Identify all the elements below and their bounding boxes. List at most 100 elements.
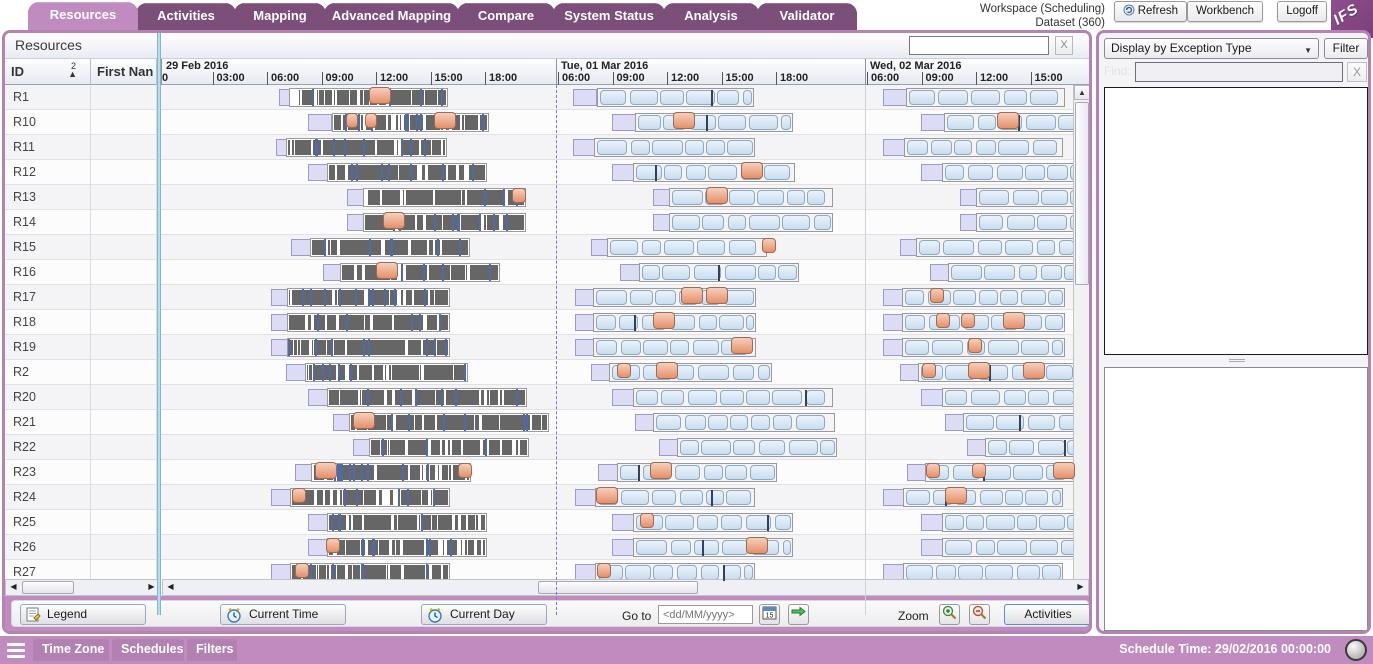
task-block[interactable] xyxy=(725,265,756,280)
planned-work-bar[interactable] xyxy=(942,513,1089,532)
task-block[interactable] xyxy=(953,290,976,305)
display-by-select[interactable]: Display by Exception Type ▼ xyxy=(1104,38,1319,59)
task-block[interactable] xyxy=(746,315,754,330)
task-block[interactable] xyxy=(938,90,968,105)
completed-work-bar[interactable] xyxy=(327,163,487,182)
exception-block[interactable] xyxy=(292,488,306,503)
task-block[interactable] xyxy=(1039,515,1065,530)
exception-block[interactable] xyxy=(1003,312,1025,329)
task-block[interactable] xyxy=(997,540,1027,555)
task-block[interactable] xyxy=(757,190,784,205)
task-block[interactable] xyxy=(724,290,754,305)
exception-block[interactable] xyxy=(1023,362,1045,379)
task-block[interactable] xyxy=(596,340,617,355)
task-block[interactable] xyxy=(787,190,805,205)
task-block[interactable] xyxy=(726,490,751,505)
goto-arrow-right-icon[interactable] xyxy=(788,604,809,625)
current-day-button[interactable]: Current Day xyxy=(421,604,547,625)
completed-work-bar[interactable] xyxy=(287,313,450,332)
task-block[interactable] xyxy=(988,340,1019,355)
task-block[interactable] xyxy=(1046,365,1073,380)
planned-work-bar[interactable] xyxy=(669,188,833,207)
exception-block[interactable] xyxy=(762,238,776,253)
task-block[interactable] xyxy=(652,140,683,155)
planned-work-bar[interactable] xyxy=(633,538,793,557)
task-block[interactable] xyxy=(636,165,662,180)
task-block[interactable] xyxy=(664,165,682,180)
task-block[interactable] xyxy=(727,140,753,155)
statusbar-tab-time-zone[interactable]: Time Zone xyxy=(33,639,109,661)
table-row[interactable]: R21 xyxy=(5,410,1077,435)
planned-work-bar[interactable] xyxy=(918,363,1081,382)
task-block[interactable] xyxy=(630,290,653,305)
exception-block[interactable] xyxy=(972,463,986,478)
task-block[interactable] xyxy=(704,465,723,480)
refresh-button[interactable]: Refresh xyxy=(1114,1,1187,22)
tab-advanced-mapping[interactable]: Advanced Mapping xyxy=(324,3,459,30)
exception-block[interactable] xyxy=(926,463,940,478)
table-row[interactable]: R23 xyxy=(5,460,1077,485)
task-block[interactable] xyxy=(744,565,753,580)
exception-block[interactable] xyxy=(706,187,728,204)
task-block[interactable] xyxy=(751,415,770,430)
completed-work-bar[interactable] xyxy=(310,238,470,257)
task-block[interactable] xyxy=(1028,390,1049,405)
exception-find-input[interactable] xyxy=(1135,62,1343,82)
planned-work-bar[interactable] xyxy=(639,263,799,282)
task-block[interactable] xyxy=(706,140,725,155)
exception-block[interactable] xyxy=(922,363,936,378)
task-block[interactable] xyxy=(966,415,994,430)
gantt-grid-body[interactable]: R1R10R11R12R13R14R15R16R17R18R19R2R20R21… xyxy=(5,85,1089,615)
activities-button[interactable]: Activities xyxy=(1004,604,1092,625)
task-block[interactable] xyxy=(758,265,776,280)
task-block[interactable] xyxy=(814,215,831,230)
exception-detail-box[interactable] xyxy=(1104,367,1368,631)
task-block[interactable] xyxy=(749,215,780,230)
task-block[interactable] xyxy=(672,215,700,230)
completed-work-bar[interactable] xyxy=(327,388,527,407)
task-block[interactable] xyxy=(945,540,972,555)
task-block[interactable] xyxy=(945,165,964,180)
task-block[interactable] xyxy=(1026,115,1056,130)
workbench-button[interactable]: Workbench xyxy=(1187,1,1263,22)
task-block[interactable] xyxy=(971,90,1000,105)
task-block[interactable] xyxy=(943,240,974,255)
exception-block[interactable] xyxy=(968,338,982,353)
exception-block[interactable] xyxy=(653,312,675,329)
task-block[interactable] xyxy=(1025,165,1045,180)
shift-start-block[interactable] xyxy=(883,89,907,106)
task-block[interactable] xyxy=(978,115,996,130)
task-block[interactable] xyxy=(671,540,691,555)
scroll-up-arrow-icon[interactable]: ▲ xyxy=(1074,85,1090,100)
table-row[interactable]: R16 xyxy=(5,260,1077,285)
task-block[interactable] xyxy=(954,140,972,155)
task-block[interactable] xyxy=(1021,340,1049,355)
exception-block[interactable] xyxy=(596,487,618,504)
tab-mapping[interactable]: Mapping xyxy=(234,3,326,30)
task-block[interactable] xyxy=(720,390,744,405)
task-block[interactable] xyxy=(708,165,737,180)
task-block[interactable] xyxy=(701,440,731,455)
task-block[interactable] xyxy=(807,190,825,205)
task-block[interactable] xyxy=(1013,190,1039,205)
exception-block[interactable] xyxy=(315,462,337,479)
task-block[interactable] xyxy=(717,90,739,105)
planned-work-bar[interactable] xyxy=(902,338,1065,357)
task-block[interactable] xyxy=(775,515,791,530)
task-block[interactable] xyxy=(909,90,935,105)
task-block[interactable] xyxy=(789,440,818,455)
table-row[interactable]: R14 xyxy=(5,210,1077,235)
planned-work-bar[interactable] xyxy=(609,363,772,382)
task-block[interactable] xyxy=(630,90,658,105)
vertical-scroll-thumb[interactable] xyxy=(1075,102,1089,285)
planned-work-bar[interactable] xyxy=(593,288,756,307)
task-block[interactable] xyxy=(694,265,721,280)
planned-work-bar[interactable] xyxy=(942,388,1089,407)
task-block[interactable] xyxy=(656,415,681,430)
table-row[interactable]: R18 xyxy=(5,310,1077,335)
timeline-scroll-right-icon[interactable]: ▶ xyxy=(1073,580,1088,595)
task-block[interactable] xyxy=(725,465,747,480)
task-block[interactable] xyxy=(1037,240,1055,255)
planned-work-bar[interactable] xyxy=(902,288,1065,307)
task-block[interactable] xyxy=(1013,465,1043,480)
